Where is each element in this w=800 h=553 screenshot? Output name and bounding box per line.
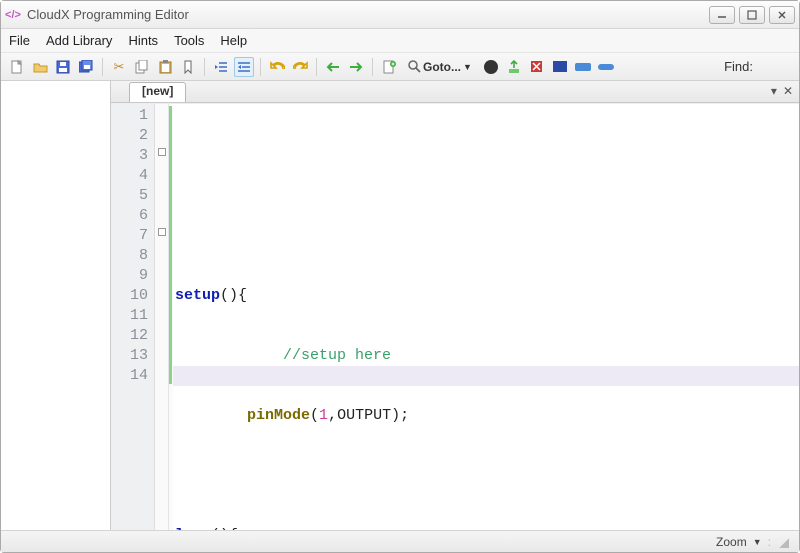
- current-line-highlight: [173, 366, 799, 386]
- menu-tools[interactable]: Tools: [174, 33, 204, 48]
- goto-label: Goto...: [423, 60, 461, 74]
- minimize-button[interactable]: [709, 6, 735, 24]
- menu-add-library[interactable]: Add Library: [46, 33, 112, 48]
- tab-label: [new]: [142, 84, 173, 98]
- line-number-gutter: 1 2 3 4 5 6 7 8 9 10 11 12 13 14: [111, 104, 155, 530]
- menu-hints[interactable]: Hints: [128, 33, 158, 48]
- toolbar-separator: [372, 58, 373, 76]
- status-bar: Zoom ▼ :: [1, 530, 799, 552]
- app-icon: </>: [5, 7, 21, 23]
- find-label: Find:: [724, 59, 753, 74]
- undo-icon: [270, 61, 285, 73]
- add-bookmark-button[interactable]: [379, 57, 399, 77]
- close-icon: [777, 10, 787, 20]
- paste-button[interactable]: [155, 57, 175, 77]
- save-all-button[interactable]: [76, 57, 96, 77]
- tab-dropdown-button[interactable]: ▾: [771, 84, 777, 98]
- menu-bar: File Add Library Hints Tools Help: [1, 29, 799, 53]
- minimize-icon: [717, 10, 727, 20]
- main-area: [new] ▾ ✕ 1 2 3 4 5 6 7 8 9 10 11 12 13: [1, 81, 799, 530]
- scissors-icon: ✂: [114, 59, 125, 75]
- file-plus-icon: [383, 60, 396, 74]
- zoom-label: Zoom: [716, 535, 747, 549]
- maximize-button[interactable]: [739, 6, 765, 24]
- code-editor[interactable]: 1 2 3 4 5 6 7 8 9 10 11 12 13 14: [111, 103, 799, 530]
- bookmark-button[interactable]: [178, 57, 198, 77]
- nav-back-button[interactable]: [323, 57, 343, 77]
- tab-close-button[interactable]: ✕: [783, 84, 793, 98]
- editor-area: [new] ▾ ✕ 1 2 3 4 5 6 7 8 9 10 11 12 13: [111, 81, 799, 530]
- goto-button[interactable]: Goto... ▼: [402, 60, 478, 74]
- link-icon: [598, 64, 614, 70]
- menu-file[interactable]: File: [9, 33, 30, 48]
- stop-button[interactable]: [527, 57, 547, 77]
- maximize-icon: [747, 10, 757, 20]
- fold-gutter[interactable]: [155, 104, 169, 530]
- undo-button[interactable]: [267, 57, 287, 77]
- nav-forward-button[interactable]: [346, 57, 366, 77]
- toolbar: ✂ Goto... ▼ Find:: [1, 53, 799, 81]
- link-button[interactable]: [596, 57, 616, 77]
- stop-icon: [530, 60, 543, 73]
- board-button[interactable]: [550, 57, 570, 77]
- menu-help[interactable]: Help: [220, 33, 247, 48]
- new-file-icon: [10, 60, 24, 74]
- search-icon: [408, 60, 421, 73]
- cut-button[interactable]: ✂: [109, 57, 129, 77]
- chevron-down-icon: ▼: [463, 62, 472, 72]
- find-area: Find:: [724, 59, 793, 74]
- redo-button[interactable]: [290, 57, 310, 77]
- sidebar-panel[interactable]: [1, 81, 111, 530]
- close-button[interactable]: [769, 6, 795, 24]
- compile-button[interactable]: [481, 57, 501, 77]
- title-bar: </> CloudX Programming Editor: [1, 1, 799, 29]
- bookmark-icon: [183, 60, 193, 74]
- save-button[interactable]: [53, 57, 73, 77]
- redo-icon: [293, 61, 308, 73]
- outdent-icon: [214, 61, 228, 73]
- copy-button[interactable]: [132, 57, 152, 77]
- outdent-button[interactable]: [211, 57, 231, 77]
- toolbar-separator: [204, 58, 205, 76]
- resize-grip-icon[interactable]: [777, 536, 789, 548]
- toolbar-separator: [102, 58, 103, 76]
- zoom-dropdown-button[interactable]: ▼: [753, 537, 762, 547]
- tab-new[interactable]: [new]: [129, 82, 186, 102]
- fold-toggle-icon[interactable]: [158, 148, 166, 156]
- save-icon: [56, 60, 70, 74]
- folder-open-icon: [33, 60, 48, 74]
- port-icon: [575, 63, 591, 71]
- toolbar-separator: [260, 58, 261, 76]
- fold-toggle-icon[interactable]: [158, 228, 166, 236]
- upload-button[interactable]: [504, 57, 524, 77]
- serial-button[interactable]: [573, 57, 593, 77]
- zoom-divider: :: [768, 535, 771, 549]
- arrow-right-icon: [349, 62, 363, 72]
- window-buttons: [709, 6, 795, 24]
- chip-icon: [553, 61, 567, 72]
- paste-icon: [159, 60, 172, 74]
- open-button[interactable]: [30, 57, 50, 77]
- gear-dark-icon: [484, 60, 498, 74]
- code-text[interactable]: setup(){ //setup here pinMode(1,OUTPUT);…: [173, 104, 799, 530]
- arrow-left-icon: [326, 62, 340, 72]
- upload-icon: [507, 60, 521, 74]
- window-title: CloudX Programming Editor: [27, 7, 709, 22]
- copy-icon: [135, 60, 149, 74]
- tab-bar: [new] ▾ ✕: [111, 81, 799, 103]
- indent-icon: [237, 61, 251, 73]
- indent-button[interactable]: [234, 57, 254, 77]
- toolbar-separator: [316, 58, 317, 76]
- new-file-button[interactable]: [7, 57, 27, 77]
- save-all-icon: [79, 60, 94, 74]
